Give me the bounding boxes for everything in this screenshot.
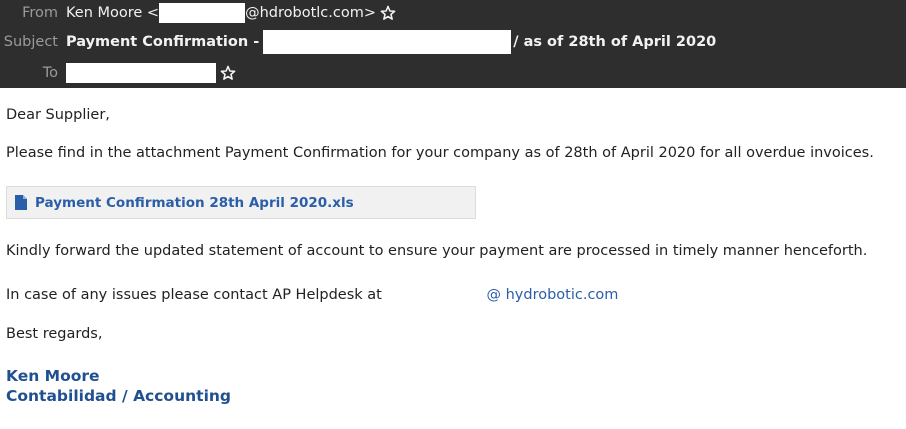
subject-row: Subject Payment Confirmation - / as of 2…	[0, 30, 716, 54]
attachment-item[interactable]: Payment Confirmation 28th April 2020.xls	[6, 186, 476, 219]
subject-value: Payment Confirmation - / as of 28th of A…	[66, 30, 716, 54]
star-icon[interactable]	[380, 5, 396, 21]
from-row: From Ken Moore < @hdrobotlc.com>	[0, 1, 396, 25]
message-header: From Ken Moore < @hdrobotlc.com> Subject…	[0, 0, 906, 88]
subject-suffix: / as of 28th of April 2020	[513, 34, 717, 50]
from-redaction	[159, 3, 246, 23]
contact-email-link[interactable]: @ hydrobotic.com	[486, 287, 618, 303]
contact-text: In case of any issues please contact AP …	[6, 287, 382, 303]
from-domain: @hdrobotlc.com>	[245, 5, 376, 21]
closing: Best regards,	[6, 326, 103, 342]
forward-paragraph: Kindly forward the updated statement of …	[6, 243, 868, 259]
signature-name: Ken Moore	[6, 367, 100, 385]
star-icon[interactable]	[220, 65, 236, 81]
to-label: To	[42, 65, 58, 81]
to-redaction	[66, 63, 216, 83]
file-icon	[15, 195, 27, 210]
to-row: To	[0, 61, 236, 85]
greeting: Dear Supplier,	[6, 107, 110, 123]
subject-label: Subject	[3, 34, 58, 50]
subject-redaction	[263, 30, 512, 54]
subject-prefix: Payment Confirmation -	[66, 34, 260, 50]
contact-paragraph: In case of any issues please contact AP …	[6, 287, 618, 303]
intro-paragraph: Please find in the attachment Payment Co…	[6, 145, 874, 161]
attachment-name[interactable]: Payment Confirmation 28th April 2020.xls	[35, 195, 354, 211]
from-label: From	[22, 5, 58, 21]
from-name: Ken Moore <	[66, 5, 160, 21]
signature-title: Contabilidad / Accounting	[6, 387, 232, 405]
to-value[interactable]	[66, 63, 236, 83]
from-value[interactable]: Ken Moore < @hdrobotlc.com>	[66, 3, 396, 23]
